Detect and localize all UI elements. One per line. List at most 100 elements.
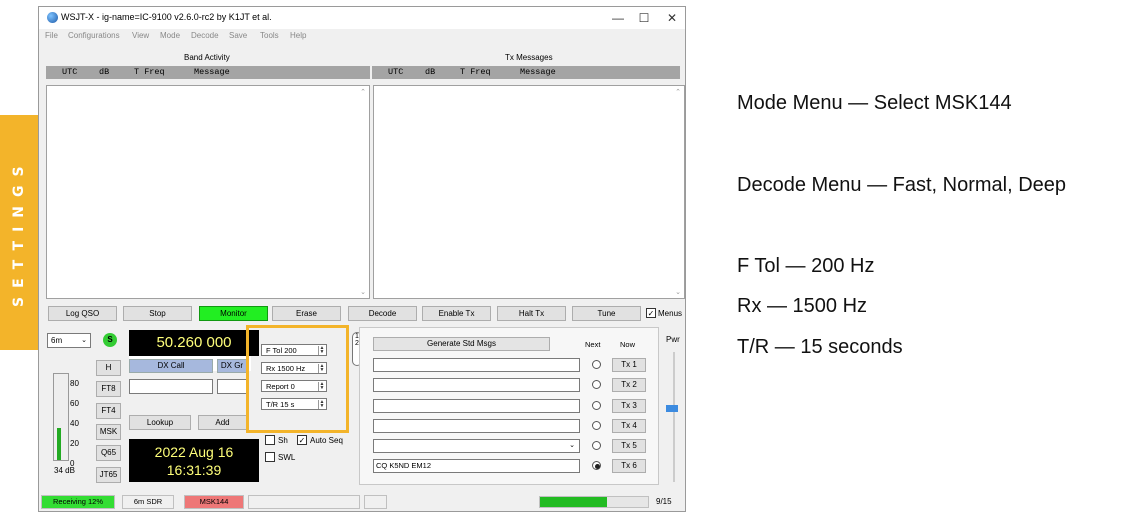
tx2-button[interactable]: Tx 2 [612, 378, 646, 392]
mode-msk-button[interactable]: MSK [96, 424, 121, 440]
status-empty-cell [364, 495, 387, 509]
decode-button[interactable]: Decode [348, 306, 417, 321]
band-mode-status: 6m SDR [122, 495, 174, 509]
sh-label: Sh [278, 436, 288, 445]
menu-bar: File Configurations View Mode Decode Sav… [39, 29, 685, 43]
power-label: Pwr [666, 335, 680, 344]
menu-view[interactable]: View [132, 31, 149, 40]
menu-mode[interactable]: Mode [160, 31, 180, 40]
close-button[interactable]: ✕ [659, 9, 685, 27]
mode-ft8-button[interactable]: FT8 [96, 381, 121, 397]
log-qso-button[interactable]: Log QSO [48, 306, 117, 321]
tx-messages-pane[interactable]: ⌃ ⌄ [373, 85, 685, 299]
menu-save[interactable]: Save [229, 31, 247, 40]
receiving-status: Receiving 12% [41, 495, 115, 509]
enable-tx-button[interactable]: Enable Tx [422, 306, 491, 321]
band-activity-title: Band Activity [184, 53, 230, 62]
period-counter: 9/15 [656, 497, 672, 506]
chevron-down-icon: ⌄ [81, 337, 87, 344]
col-message: Message [194, 67, 230, 77]
scroll-up-icon[interactable]: ⌃ [360, 88, 366, 96]
tx1-button[interactable]: Tx 1 [612, 358, 646, 372]
mode-h-button[interactable]: H [96, 360, 121, 376]
app-icon [47, 12, 58, 23]
col-message: Message [520, 67, 556, 77]
power-slider-handle[interactable] [666, 405, 678, 412]
scroll-up-icon[interactable]: ⌃ [675, 88, 681, 96]
stop-button[interactable]: Stop [123, 306, 192, 321]
meter-reading: 34 dB [54, 466, 75, 475]
tx1-message-field[interactable] [373, 358, 580, 372]
menu-decode[interactable]: Decode [191, 31, 219, 40]
tune-button[interactable]: Tune [572, 306, 641, 321]
menus-label: Menus [658, 309, 683, 318]
scroll-down-icon[interactable]: ⌄ [675, 288, 681, 296]
tx3-next-radio[interactable] [592, 401, 601, 410]
erase-button[interactable]: Erase [272, 306, 341, 321]
tr-progress-bar [539, 496, 649, 508]
mode-q65-button[interactable]: Q65 [96, 445, 121, 461]
tx-messages-title: Tx Messages [505, 53, 553, 62]
meter-tick: 80 [70, 379, 79, 388]
auto-seq-checkbox[interactable]: ✓ [297, 435, 307, 445]
note-mode-menu: Mode Menu — Select MSK144 [737, 92, 1012, 114]
tx4-button[interactable]: Tx 4 [612, 419, 646, 433]
mode-jt65-button[interactable]: JT65 [96, 467, 121, 483]
tx6-button[interactable]: Tx 6 [612, 459, 646, 473]
utc-clock: 2022 Aug 16 16:31:39 [129, 439, 259, 482]
col-utc: UTC [62, 67, 78, 77]
meter-tick: 20 [70, 439, 79, 448]
tx5-message-select[interactable]: ⌄ [373, 439, 580, 453]
clock-time: 16:31:39 [166, 462, 222, 478]
mode-status: MSK144 [184, 495, 244, 509]
menu-help[interactable]: Help [290, 31, 306, 40]
swl-checkbox[interactable] [265, 452, 275, 462]
col-utc: UTC [388, 67, 404, 77]
menu-tools[interactable]: Tools [260, 31, 279, 40]
tx6-next-radio[interactable] [592, 461, 601, 470]
generate-std-msgs-button[interactable]: Generate Std Msgs [373, 337, 550, 351]
band-activity-header: UTC dB T Freq Message [46, 66, 370, 79]
dx-call-input[interactable] [129, 379, 213, 394]
window-title: WSJT-X - ig-name=IC-9100 v2.6.0-rc2 by K… [61, 12, 272, 22]
power-slider-track[interactable] [673, 352, 675, 482]
menu-file[interactable]: File [45, 31, 58, 40]
chevron-down-icon: ⌄ [569, 442, 575, 449]
tx3-message-field[interactable] [373, 399, 580, 413]
halt-tx-button[interactable]: Halt Tx [497, 306, 566, 321]
note-tr: T/R — 15 seconds [737, 336, 903, 358]
swl-label: SWL [278, 453, 296, 462]
tx5-next-radio[interactable] [592, 441, 601, 450]
mode-ft4-button[interactable]: FT4 [96, 403, 121, 419]
tx3-button[interactable]: Tx 3 [612, 399, 646, 413]
tx1-next-radio[interactable] [592, 360, 601, 369]
note-rx: Rx — 1500 Hz [737, 295, 868, 317]
sh-checkbox[interactable] [265, 435, 275, 445]
tx2-message-field[interactable] [373, 378, 580, 392]
meter-tick: 60 [70, 399, 79, 408]
lookup-button[interactable]: Lookup [129, 415, 191, 430]
minimize-button[interactable]: — [605, 9, 631, 27]
band-activity-pane[interactable]: ⌃ ⌄ [46, 85, 370, 299]
note-decode-menu: Decode Menu — Fast, Normal, Deep [737, 174, 1067, 196]
scroll-down-icon[interactable]: ⌄ [360, 288, 366, 296]
add-button[interactable]: Add [198, 415, 247, 430]
menus-checkbox[interactable]: ✓ [646, 308, 656, 318]
tx4-message-field[interactable] [373, 419, 580, 433]
tx6-message-field[interactable]: CQ K5ND EM12 [373, 459, 580, 473]
tx2-next-radio[interactable] [592, 380, 601, 389]
tx4-next-radio[interactable] [592, 421, 601, 430]
menu-configurations[interactable]: Configurations [68, 31, 120, 40]
maximize-button[interactable]: ☐ [631, 9, 657, 27]
wsjtx-window: WSJT-X - ig-name=IC-9100 v2.6.0-rc2 by K… [38, 6, 686, 512]
tx5-button[interactable]: Tx 5 [612, 439, 646, 453]
frequency-display: 50.260 000 [129, 330, 259, 356]
band-select[interactable]: 6m ⌄ [47, 333, 91, 348]
meter-frame [53, 373, 69, 461]
col-tfreq: T Freq [460, 67, 491, 77]
monitor-button[interactable]: Monitor [199, 306, 268, 321]
auto-seq-label: Auto Seq [310, 436, 343, 445]
dx-grid-input[interactable] [217, 379, 247, 394]
status-empty-cell [248, 495, 360, 509]
settings-status-badge[interactable]: S [103, 333, 117, 347]
